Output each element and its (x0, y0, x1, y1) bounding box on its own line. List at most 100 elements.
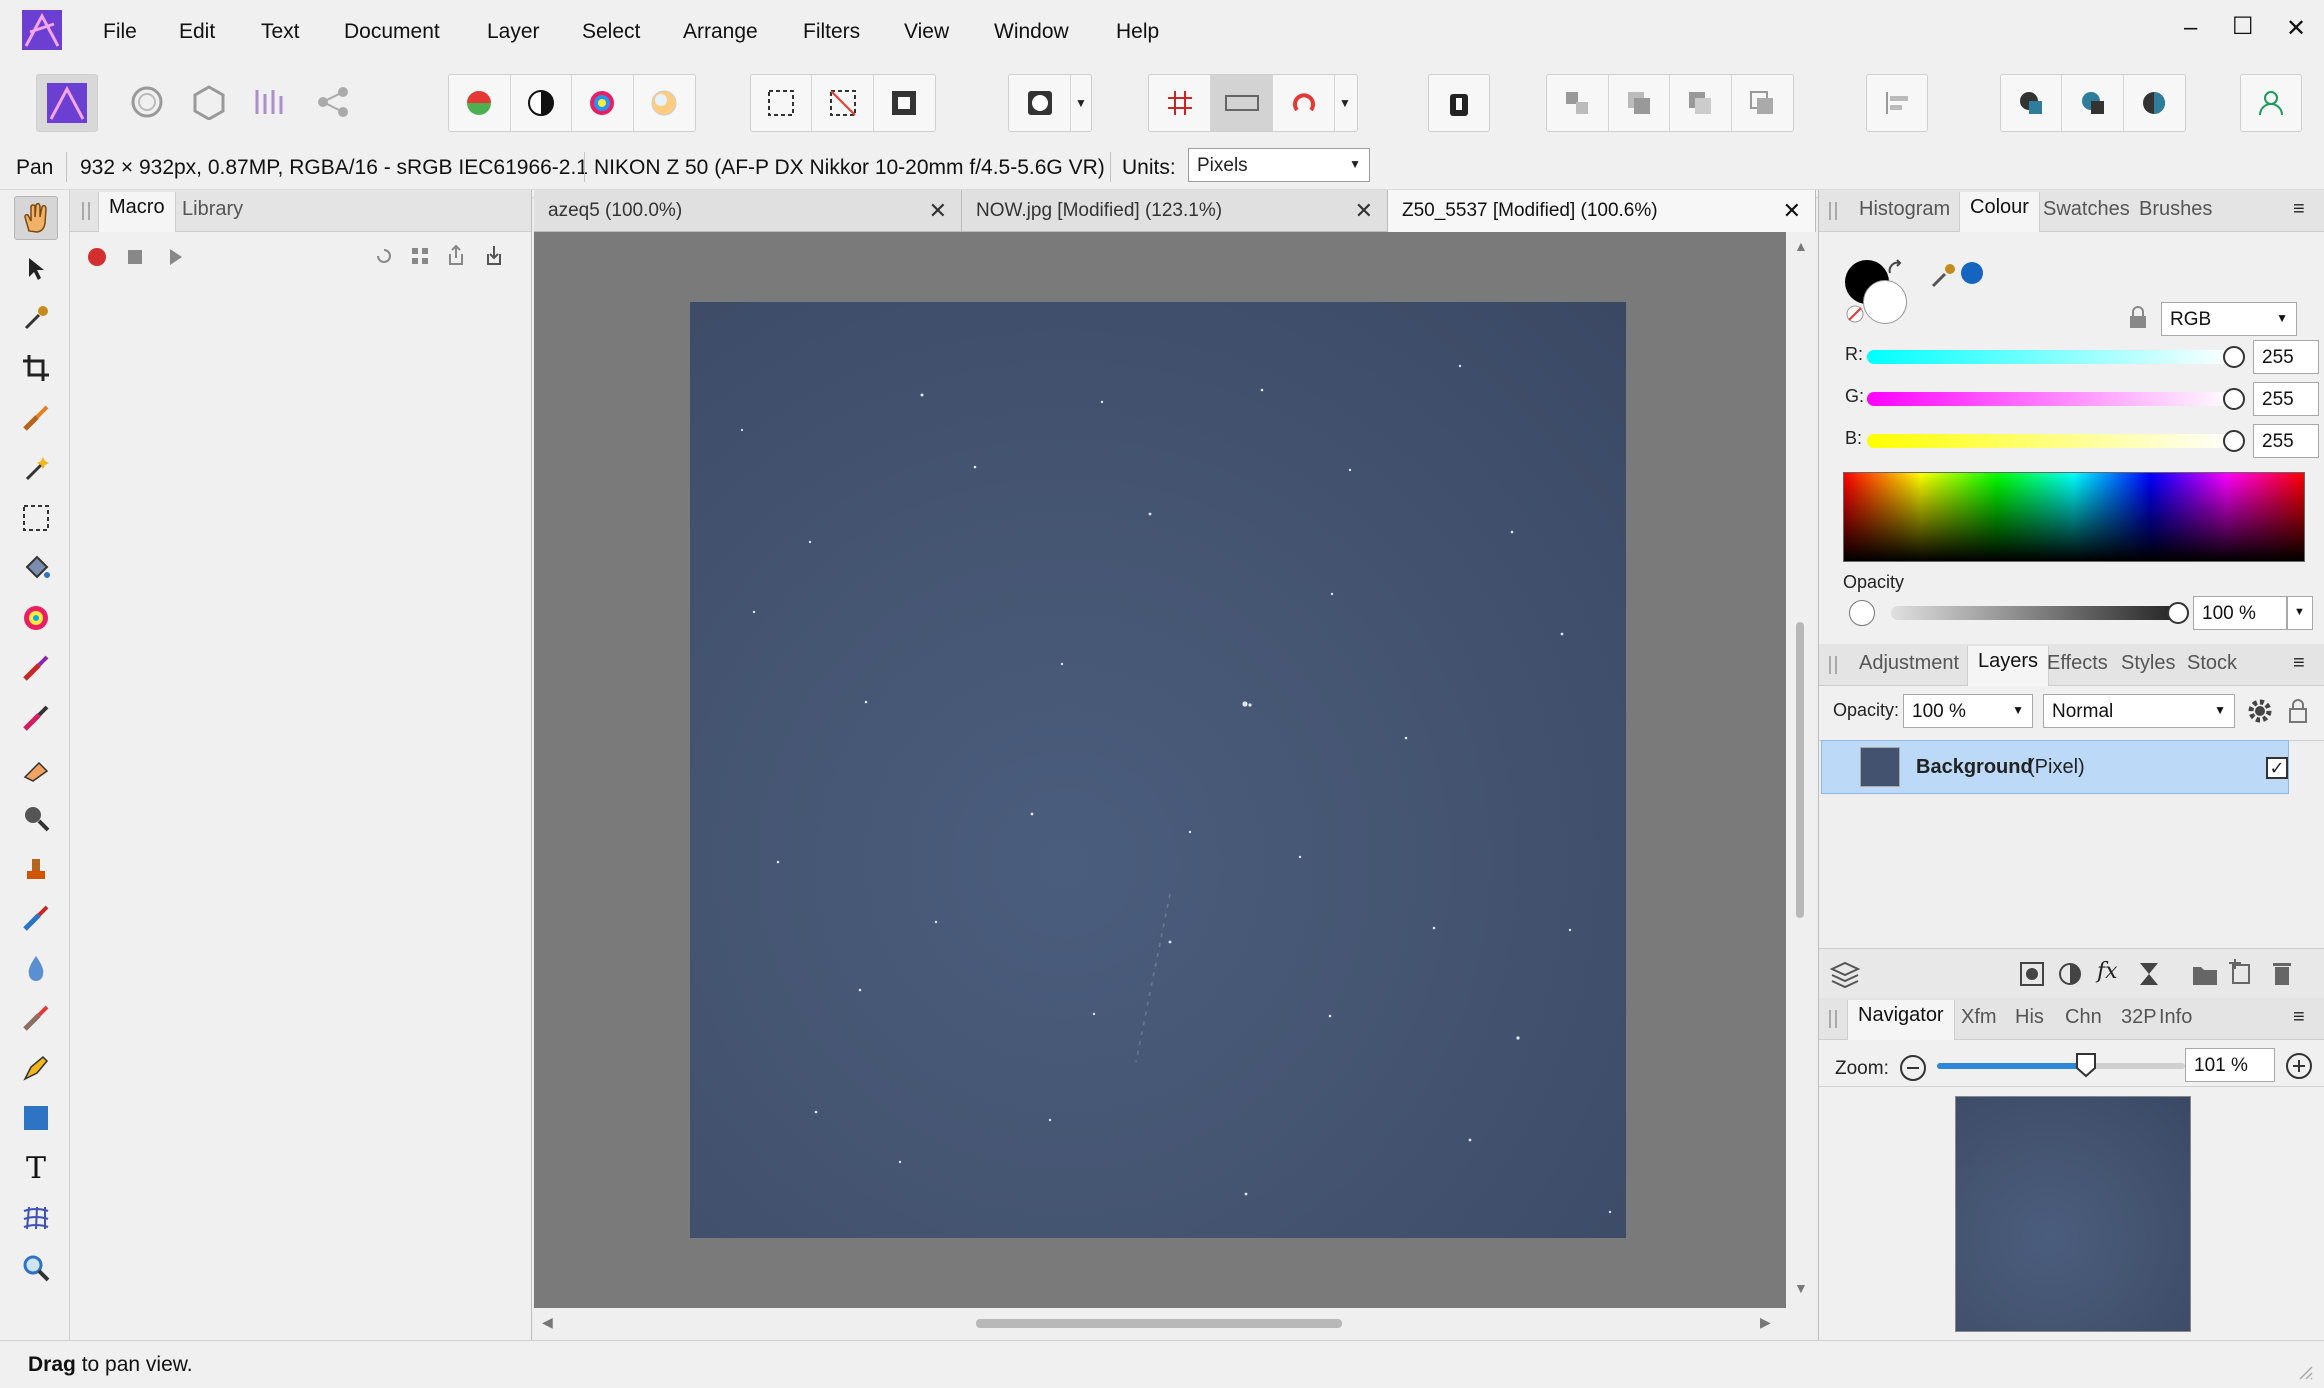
tab-macro[interactable]: Macro (98, 192, 176, 232)
auto-white-balance-icon[interactable] (634, 75, 696, 131)
tab-transform[interactable]: Xfm (1961, 1006, 1997, 1029)
tab-history[interactable]: His (2015, 1006, 2044, 1029)
move-forward-one-icon[interactable] (1670, 75, 1732, 131)
affinity-photo-logo-icon[interactable] (22, 10, 62, 50)
tab-channels[interactable]: Chn (2065, 1006, 2102, 1029)
gear-icon[interactable] (2247, 698, 2273, 724)
deselect-icon[interactable] (812, 75, 874, 131)
adjustment-layer-icon[interactable] (2057, 961, 2083, 987)
red-slider[interactable] (1867, 350, 2233, 364)
paint-brush-tool-icon[interactable] (14, 646, 58, 690)
tab-brushes[interactable]: Brushes (2139, 198, 2212, 221)
quick-mask-dropdown-icon[interactable]: ▼ (1071, 75, 1091, 131)
tone-mapping-persona-icon[interactable] (240, 74, 302, 130)
navigator-preview[interactable] (1955, 1096, 2191, 1332)
panel-grip-icon[interactable] (82, 202, 90, 220)
blue-value-field[interactable]: 255 (2253, 424, 2319, 458)
vertical-scrollbar[interactable]: ▲ ▼ (1786, 232, 1816, 1308)
photo-persona-icon[interactable] (37, 75, 97, 131)
zoom-in-icon[interactable] (2285, 1052, 2313, 1080)
export-macro-icon[interactable] (446, 244, 466, 266)
auto-colour-icon[interactable] (572, 75, 634, 131)
levels-icon[interactable] (449, 75, 511, 131)
add-pixel-layer-icon[interactable] (2227, 959, 2253, 987)
dodge-tool-icon[interactable] (14, 796, 58, 840)
mixer-brush-tool-icon[interactable] (14, 696, 58, 740)
colour-picker-tool-icon[interactable] (14, 296, 58, 340)
panel-menu-icon[interactable]: ≡ (2293, 198, 2305, 221)
assistant-icon[interactable] (1211, 75, 1273, 131)
red-slider-knob[interactable] (2223, 346, 2245, 368)
delete-layer-icon[interactable] (2271, 961, 2293, 987)
colour-model-select[interactable]: RGB ▼ (2161, 302, 2297, 336)
mask-layer-icon[interactable] (2019, 961, 2045, 987)
intersect-shape-icon[interactable] (2124, 75, 2185, 131)
colour-picker-icon[interactable] (1929, 260, 1959, 290)
persona-photo[interactable] (36, 74, 98, 132)
scroll-down-icon[interactable]: ▼ (1794, 1280, 1808, 1296)
snapping-dropdown-icon[interactable]: ▼ (1335, 75, 1355, 131)
lock-icon[interactable] (2127, 306, 2149, 330)
tab-navigator[interactable]: Navigator (1847, 1000, 1955, 1040)
menu-edit[interactable]: Edit (179, 20, 215, 44)
layer-opacity-select[interactable]: 100 % ▼ (1903, 694, 2033, 728)
pen-tool-icon[interactable] (14, 1046, 58, 1090)
erase-brush-tool-icon[interactable] (14, 746, 58, 790)
menu-help[interactable]: Help (1116, 20, 1159, 44)
menu-layer[interactable]: Layer (487, 20, 540, 44)
horizontal-scroll-thumb[interactable] (976, 1319, 1342, 1328)
panel-grip-icon[interactable] (1829, 1010, 1837, 1028)
opacity-slider-knob[interactable] (2167, 602, 2189, 624)
record-icon[interactable] (88, 248, 106, 266)
resize-grip-icon[interactable] (2296, 1363, 2314, 1381)
close-tab-icon[interactable]: ✕ (1355, 198, 1373, 224)
menu-filters[interactable]: Filters (803, 20, 860, 44)
picked-colour-swatch[interactable] (1961, 262, 1983, 284)
green-slider-knob[interactable] (2223, 388, 2245, 410)
select-all-icon[interactable] (751, 75, 813, 131)
selection-brush-tool-icon[interactable] (14, 396, 58, 440)
green-value-field[interactable]: 255 (2253, 382, 2319, 416)
flood-fill-tool-icon[interactable] (14, 546, 58, 590)
menu-window[interactable]: Window (994, 20, 1069, 44)
text-tool-icon[interactable]: T (14, 1146, 58, 1190)
move-to-back-icon[interactable] (1547, 75, 1609, 131)
add-group-icon[interactable] (2191, 963, 2219, 987)
secondary-colour-swatch[interactable] (1863, 280, 1907, 324)
layers-stack-icon[interactable] (1829, 959, 1861, 989)
menu-document[interactable]: Document (344, 20, 440, 44)
document-tab-z50[interactable]: Z50_5537 [Modified] (100.6%) ✕ (1388, 190, 1816, 232)
zoom-value-field[interactable]: 101 % (2185, 1048, 2275, 1082)
lock-icon[interactable] (2287, 698, 2309, 724)
move-tool-icon[interactable] (14, 246, 58, 290)
red-value-field[interactable]: 255 (2253, 340, 2319, 374)
pan-tool-icon[interactable] (14, 196, 58, 240)
menu-view[interactable]: View (904, 20, 949, 44)
opacity-slider[interactable] (1891, 606, 2181, 620)
crop-tool-icon[interactable] (14, 346, 58, 390)
delete-icon[interactable] (1429, 75, 1489, 131)
scroll-left-icon[interactable]: ◀ (542, 1314, 553, 1331)
tab-styles[interactable]: Styles (2121, 652, 2175, 675)
move-back-one-icon[interactable] (1609, 75, 1670, 131)
tab-adjustment[interactable]: Adjustment (1859, 652, 1959, 675)
stop-icon[interactable] (128, 250, 142, 264)
zoom-slider-knob[interactable] (2075, 1052, 2097, 1078)
live-filter-icon[interactable] (2137, 961, 2161, 987)
clone-tool-icon[interactable] (14, 846, 58, 890)
add-shape-icon[interactable] (2001, 75, 2063, 131)
undo-macro-icon[interactable] (374, 246, 394, 266)
vertical-scroll-thumb[interactable] (1796, 622, 1804, 918)
maximize-button[interactable]: ☐ (2232, 12, 2254, 41)
library-add-icon[interactable] (410, 246, 430, 266)
smudge-brush-tool-icon[interactable] (14, 996, 58, 1040)
zoom-tool-icon[interactable] (14, 1246, 58, 1290)
flood-select-tool-icon[interactable] (14, 446, 58, 490)
tab-library[interactable]: Library (182, 198, 243, 221)
colour-spectrum[interactable] (1843, 472, 2305, 562)
menu-arrange[interactable]: Arrange (683, 20, 758, 44)
zoom-slider[interactable] (1937, 1063, 2185, 1069)
export-persona-icon[interactable] (302, 74, 364, 130)
layer-visibility-checkbox[interactable]: ✓ (2266, 757, 2288, 779)
scroll-right-icon[interactable]: ▶ (1760, 1314, 1771, 1331)
